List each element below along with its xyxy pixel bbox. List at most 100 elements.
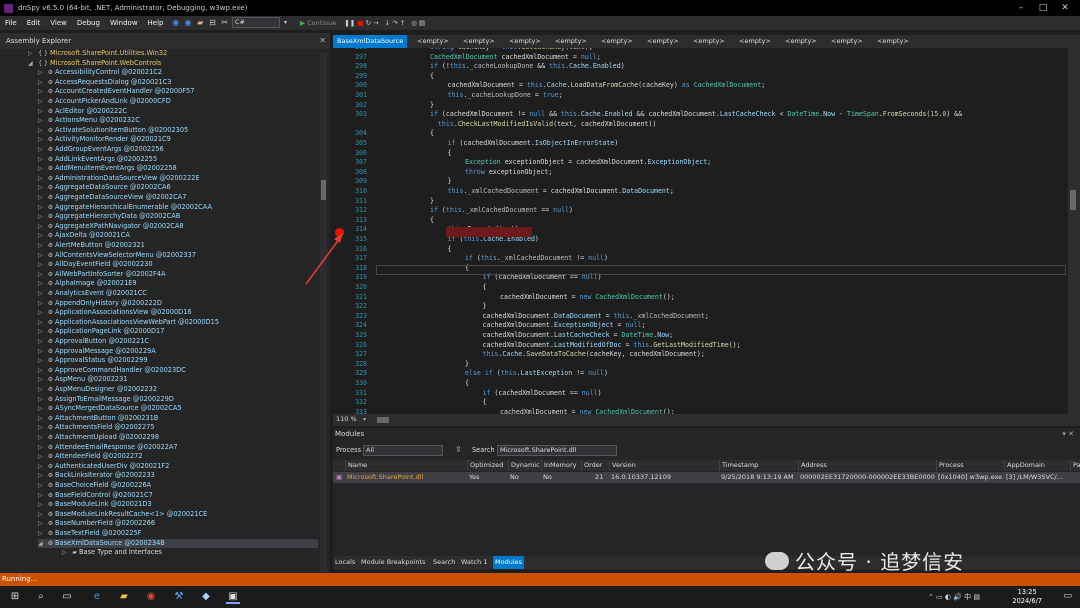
type-node[interactable]: ▷ ⚙ BackLinksIterator @02002233 <box>38 471 318 481</box>
dnspy-taskbar-icon[interactable]: ⚒ <box>172 590 186 604</box>
tab-empty[interactable]: <empty> <box>689 35 729 48</box>
tab-empty[interactable]: <empty> <box>459 35 499 48</box>
expand-icon[interactable]: ▷ <box>38 414 46 424</box>
tab-search[interactable]: Search <box>433 556 455 569</box>
tab-empty[interactable]: <empty> <box>597 35 637 48</box>
expand-icon[interactable]: ▷ <box>38 510 46 520</box>
type-node[interactable]: ▷ ⚙ AttachmentButton @0200231B <box>38 414 318 424</box>
expand-icon[interactable]: ▷ <box>38 318 46 328</box>
menu-help[interactable]: Help <box>143 16 169 30</box>
expand-icon[interactable]: ▷ <box>38 366 46 376</box>
expand-icon[interactable]: ▷ <box>38 270 46 280</box>
expand-icon[interactable]: ▷ <box>38 347 46 357</box>
type-node[interactable]: ▷ ⚙ BaseNumberField @02002266 <box>38 519 318 529</box>
expand-icon[interactable]: ▷ <box>38 481 46 491</box>
type-node[interactable]: ▷ ⚙ AssignToEmailMessage @0200229D <box>38 395 318 405</box>
expand-icon[interactable]: ▷ <box>38 183 46 193</box>
clock[interactable]: 13:25 2024/6/7 <box>1012 588 1042 606</box>
pause-icon[interactable]: ❚❚ <box>344 19 355 27</box>
close-icon[interactable]: ✕ <box>1054 0 1076 16</box>
code-line[interactable]: this._cacheLookupDone = true; <box>448 91 563 101</box>
editor-scrollbar[interactable] <box>1068 48 1080 414</box>
system-tray-icons[interactable]: ⌃ ▭ ◐ 🔊 中 ▤ <box>928 592 980 602</box>
namespace-node[interactable]: ▷{ } Microsoft.SharePoint.Utilities.Win32 <box>28 49 318 59</box>
stop-icon[interactable]: ■ <box>357 19 363 27</box>
type-node[interactable]: ▷ ⚙ ApprovalMessage @0200229A <box>38 347 318 357</box>
type-node[interactable]: ▷ ⚙ AdministrationDataSourceView @0200222E <box>38 174 318 184</box>
chevron-down-icon[interactable]: ▾ <box>284 17 294 29</box>
type-node[interactable]: ▷ ⚙ ApproveCommandHandler @020023DC <box>38 366 318 376</box>
type-node[interactable]: ▷ ⚙ AggregateHierarchicalEnumerable @02002… <box>38 203 318 213</box>
tool-taskbar-icon[interactable]: ◆ <box>199 590 213 604</box>
expand-icon[interactable]: ▷ <box>38 251 46 261</box>
type-node[interactable]: ▷ ⚙ AspMenuDesigner @02002232 <box>38 385 318 395</box>
dropdown-icon[interactable]: ▾ <box>1062 430 1066 438</box>
type-node[interactable]: ▷ ⚙ AllWebPartInfoSorter @02002F4A <box>38 270 318 280</box>
expand-icon[interactable]: ▷ <box>38 433 46 443</box>
search-input[interactable]: Microsoft.SharePoint.dll <box>497 445 617 456</box>
expand-icon[interactable]: ▷ <box>38 443 46 453</box>
column-header[interactable]: Name <box>345 460 367 471</box>
namespace-node[interactable]: ◢{ } Microsoft.SharePoint.WebControls <box>28 59 318 69</box>
code-line[interactable]: this.CheckLastModifiedIsValid(text, cach… <box>430 120 656 130</box>
type-node[interactable]: ▷ ⚙ AppendOnlyHistory @0200222D <box>38 299 318 309</box>
collapse-icon[interactable]: ◢ <box>28 59 36 69</box>
type-node[interactable]: ▷ ⚙ AttendeeField @02002272 <box>38 452 318 462</box>
expand-icon[interactable]: ▷ <box>38 471 46 481</box>
expand-icon[interactable]: ▷ <box>38 107 46 117</box>
tree-scrollbar[interactable] <box>320 52 327 572</box>
type-node[interactable]: ▷ ⚙ AddGroupEventArgs @02002256 <box>38 145 318 155</box>
scissors-icon[interactable]: ✂ <box>220 18 230 28</box>
code-editor[interactable]: 2962972982993003013023033043053063073083… <box>333 48 1068 414</box>
expand-icon[interactable]: ▷ <box>38 135 46 145</box>
type-node[interactable]: ▷ ⚙ AclEditor @0200222C <box>38 107 318 117</box>
expand-icon[interactable]: ▷ <box>38 68 46 78</box>
show-next-statement-icon[interactable]: → <box>373 19 378 27</box>
breakpoint-toggle-icon[interactable]: ◎ <box>411 19 417 27</box>
expand-icon[interactable]: ▷ <box>38 78 46 88</box>
expand-icon[interactable]: ▷ <box>38 203 46 213</box>
code-line[interactable]: } <box>483 302 487 312</box>
type-node[interactable]: ▷ ⚙ ASyncMergedDataSource @02002CA5 <box>38 404 318 414</box>
column-header[interactable]: Order <box>581 460 602 471</box>
horizontal-scroll-thumb[interactable] <box>377 417 389 423</box>
expand-icon[interactable]: ▷ <box>38 308 46 318</box>
tab-empty[interactable]: <empty> <box>643 35 683 48</box>
code-line[interactable]: throw exceptionObject; <box>465 168 552 178</box>
type-node[interactable]: ▷ ⚙ BaseModuleLinkResultCache<1> @020021CE <box>38 510 318 520</box>
pin-icon[interactable]: ⊟ <box>207 18 217 28</box>
table-row[interactable]: ▣ Microsoft.SharePoint.dll Yes No No 21 16.0.1… <box>333 472 1080 483</box>
window-taskbar-icon[interactable]: ▣ <box>226 590 240 604</box>
column-header[interactable]: Optimized <box>467 460 503 471</box>
expand-icon[interactable]: ▷ <box>38 155 46 165</box>
code-line[interactable]: if (this._xmlCachedDocument != null) <box>465 254 608 264</box>
tab-locals[interactable]: Locals <box>335 556 355 569</box>
expand-icon[interactable]: ▷ <box>38 404 46 414</box>
open-icon[interactable]: ▰ <box>195 18 205 28</box>
forward-icon[interactable]: ◉ <box>183 18 193 28</box>
type-node[interactable]: ▷ ⚙ AllDayEventField @02002230 <box>38 260 318 270</box>
column-header[interactable]: Timestamp <box>719 460 758 471</box>
code-line[interactable]: cachedXmlDocument.ExceptionObject = null… <box>483 321 646 331</box>
type-node[interactable]: ▷ ⚙ AjaxDelta @020021CA <box>38 231 318 241</box>
horizontal-scrollbar[interactable]: 110 % ▾ <box>333 414 1080 426</box>
code-line[interactable]: cachedXmlDocument = this.Cache.LoadDataF… <box>448 81 766 91</box>
tab-modules[interactable]: Modules <box>493 556 525 569</box>
type-node[interactable]: ▷ ⚙ AccountPickerAndLink @02000CFD <box>38 97 318 107</box>
tab-module-breakpoints[interactable]: Module Breakpoints <box>361 556 425 569</box>
code-line[interactable]: this.Cache.SaveDataToCache(cacheKey, cac… <box>483 350 705 360</box>
console-icon[interactable]: ▤ <box>419 19 425 27</box>
type-node[interactable]: ▷ ⚙ AddLinkEventArgs @02002255 <box>38 155 318 165</box>
expand-icon[interactable]: ▷ <box>38 260 46 270</box>
code-line[interactable]: if (cachedXmlDocument == null) <box>483 389 602 399</box>
minimize-icon[interactable]: – <box>1010 0 1032 16</box>
step-over-icon[interactable]: ↷ <box>392 19 397 27</box>
notification-icon[interactable]: ▭ <box>1063 591 1072 601</box>
code-line[interactable]: cachedXmlDocument.LastModifiedOfDoc = th… <box>483 341 741 351</box>
column-header[interactable]: AppDomain <box>1004 460 1045 471</box>
code-line[interactable]: } <box>430 101 434 111</box>
code-line[interactable]: cachedXmlDocument.DataDocument = this._x… <box>483 312 709 322</box>
tab-empty[interactable]: <empty> <box>735 35 775 48</box>
step-into-icon[interactable]: ↓ <box>385 19 390 27</box>
code-line[interactable]: if (!this._cacheLookupDone && this.Cache… <box>430 62 625 72</box>
